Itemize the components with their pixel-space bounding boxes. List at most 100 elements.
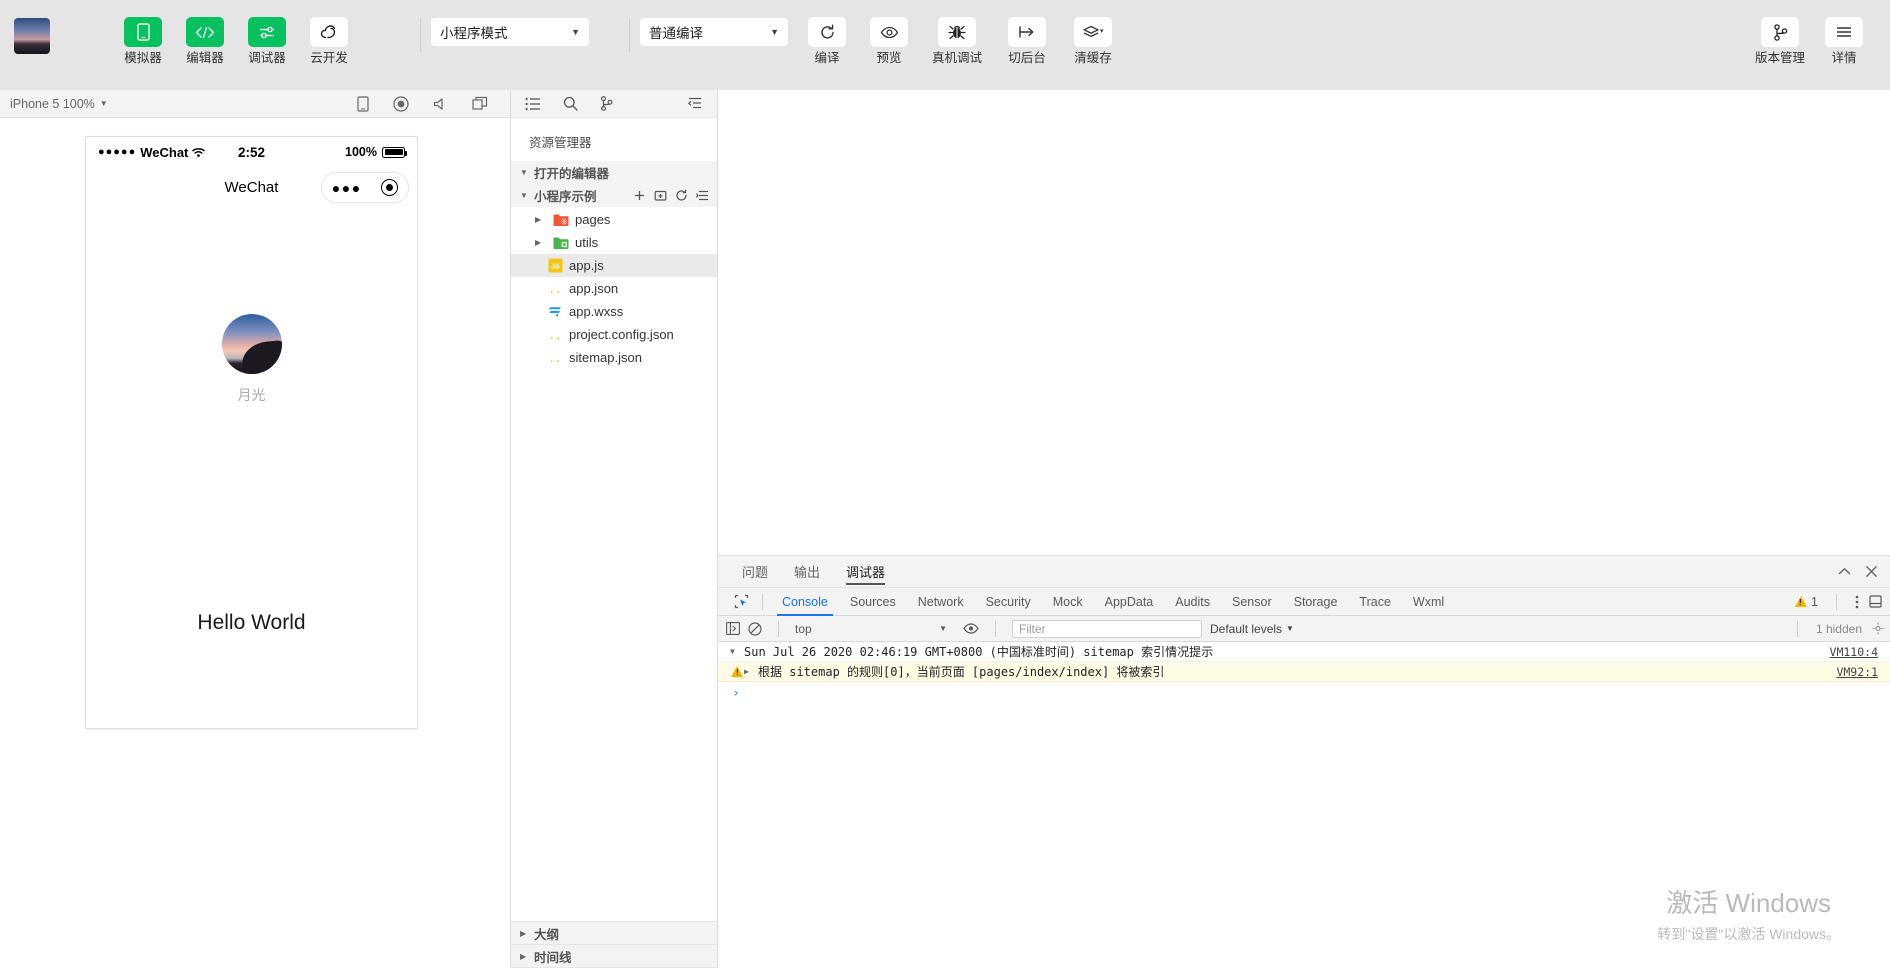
expand-arrow-icon[interactable]: ▶	[744, 667, 756, 676]
windows-icon[interactable]	[472, 96, 488, 111]
toolbar-button-real-device-debug[interactable]: 真机调试	[920, 0, 994, 65]
user-avatar	[221, 314, 282, 374]
inspect-element-icon[interactable]	[728, 594, 754, 609]
devtools-tab-security[interactable]: Security	[975, 588, 1042, 616]
devtools-tab-network[interactable]: Network	[907, 588, 975, 616]
simulator-toolbar: iPhone 5 100% ▼	[0, 90, 510, 118]
simulator-pane: iPhone 5 100% ▼ ●●●●● WeChat 2:52 100% W…	[0, 90, 511, 968]
open-editors-section[interactable]: ▼ 打开的编辑器	[511, 161, 717, 184]
rotate-device-icon[interactable]	[357, 95, 369, 112]
toolbar-button-debugger[interactable]: 调试器	[236, 0, 298, 65]
search-icon[interactable]	[563, 96, 578, 111]
live-expression-icon[interactable]	[963, 623, 979, 634]
devtools-tab-trace[interactable]: Trace	[1348, 588, 1402, 616]
toolbar-button-compile[interactable]: 编译	[796, 0, 858, 65]
toolbar-button-clear-cache[interactable]: ▾ 清缓存	[1060, 0, 1126, 65]
dock-icon[interactable]	[1869, 595, 1882, 608]
collapse-all-icon[interactable]	[696, 189, 709, 202]
devtools-tab-sources[interactable]: Sources	[839, 588, 907, 616]
device-select[interactable]: iPhone 5 100% ▼	[10, 97, 108, 111]
toolbar-button-details[interactable]: 详情	[1816, 0, 1872, 65]
devtools-tab-storage[interactable]: Storage	[1283, 588, 1349, 616]
mode-select[interactable]: 小程序模式 ▼	[431, 18, 589, 46]
chevron-right-icon: ▶	[535, 215, 542, 224]
devtools-tab-appdata[interactable]: AppData	[1094, 588, 1165, 616]
devtools-tab-mock[interactable]: Mock	[1042, 588, 1094, 616]
collapse-icon[interactable]	[688, 97, 703, 110]
warning-badge[interactable]: 1	[1795, 595, 1818, 609]
warning-triangle-icon	[730, 666, 744, 677]
toolbar-button-simulator[interactable]: 模拟器	[112, 0, 174, 65]
toolbar-button-background[interactable]: 切后台	[994, 0, 1060, 65]
tab-output[interactable]: 输出	[794, 556, 820, 588]
outline-section[interactable]: ▶ 大纲	[511, 922, 717, 945]
collapse-icon[interactable]	[1838, 567, 1851, 576]
console-log-area[interactable]: ▼ Sun Jul 26 2020 02:46:19 GMT+0800 (中国标…	[718, 642, 1890, 968]
console-prompt[interactable]: ›	[718, 682, 1890, 701]
console-log-group[interactable]: ▼ Sun Jul 26 2020 02:46:19 GMT+0800 (中国标…	[718, 642, 1890, 662]
console-filter-input[interactable]: Filter	[1012, 619, 1202, 638]
new-folder-icon[interactable]	[654, 189, 667, 202]
toolbar-button-cloud[interactable]: 云开发	[298, 0, 360, 65]
chevron-right-icon: ▶	[520, 951, 527, 961]
toolbar-label: 编译	[814, 51, 840, 65]
devtools-tab-console[interactable]: Console	[771, 588, 839, 616]
devtools-tab-sensor[interactable]: Sensor	[1221, 588, 1283, 616]
refresh-icon	[808, 17, 846, 47]
toolbar-button-preview[interactable]: 预览	[858, 0, 920, 65]
toolbar-button-editor[interactable]: 编辑器	[174, 0, 236, 65]
tree-item-folder[interactable]: ▶ utils	[511, 231, 717, 254]
explorer-title: 资源管理器	[529, 136, 592, 150]
bug-icon	[938, 17, 976, 47]
log-source-link[interactable]: VM92:1	[1836, 665, 1890, 679]
devtools-tab-wxml[interactable]: Wxml	[1402, 588, 1455, 616]
refresh-icon[interactable]	[675, 189, 688, 202]
status-battery-group: 100%	[345, 145, 407, 159]
toolbar-label: 版本管理	[1754, 51, 1805, 65]
tree-item-file-selected[interactable]: JS app.js	[511, 254, 717, 277]
devtools-tab-audits[interactable]: Audits	[1164, 588, 1221, 616]
console-log-warning[interactable]: ▶ 根据 sitemap 的规则[0]，当前页面 [pages/index/in…	[718, 662, 1890, 682]
devtools-tab-bar: Console Sources Network Security Mock Ap…	[718, 588, 1890, 616]
tree-item-folder[interactable]: ▶ pages	[511, 208, 717, 231]
volume-icon[interactable]	[433, 97, 448, 111]
background-icon	[1008, 17, 1046, 47]
tree-item-label: app.js	[569, 258, 604, 273]
tree-item-file[interactable]: app.wxss	[511, 300, 717, 323]
open-editors-label: 打开的编辑器	[534, 167, 610, 181]
hidden-count-label: 1 hidden	[1815, 621, 1862, 636]
hello-world-text: Hello World	[197, 611, 306, 634]
main-toolbar: 模拟器 编辑器 调试器 云开发 小程序模式 ▼ 普通编译 ▼ 编译 预览 真机调…	[0, 0, 1890, 90]
list-icon[interactable]	[525, 97, 541, 111]
editor-area[interactable]	[718, 90, 1890, 555]
outline-label: 大纲	[534, 927, 560, 942]
sliders-icon	[248, 17, 286, 47]
toolbar-button-version-control[interactable]: 版本管理	[1744, 0, 1816, 65]
new-file-icon[interactable]	[633, 189, 646, 202]
close-icon[interactable]	[1865, 565, 1878, 578]
capsule-button[interactable]: ●●●	[321, 172, 409, 203]
tree-item-file[interactable]: {..} project.config.json	[511, 323, 717, 346]
expand-arrow-icon[interactable]: ▼	[730, 647, 742, 656]
chevron-down-icon: ▼	[770, 27, 779, 37]
log-source-link[interactable]: VM110:4	[1830, 645, 1890, 659]
timeline-section[interactable]: ▶ 时间线	[511, 945, 717, 968]
tab-debugger[interactable]: 调试器	[846, 556, 886, 588]
more-options-icon[interactable]	[1855, 595, 1859, 609]
git-branch-icon[interactable]	[600, 96, 613, 111]
tree-item-file[interactable]: {..} app.json	[511, 277, 717, 300]
compile-select[interactable]: 普通编译 ▼	[640, 18, 788, 46]
project-logo[interactable]	[14, 18, 50, 54]
clear-console-icon[interactable]	[748, 621, 762, 636]
tab-problems[interactable]: 问题	[742, 556, 768, 588]
project-section[interactable]: ▼ 小程序示例	[511, 184, 717, 207]
tree-item-file[interactable]: {..} sitemap.json	[511, 346, 717, 369]
settings-icon[interactable]	[1872, 622, 1884, 635]
record-icon[interactable]	[393, 95, 409, 112]
console-context-select[interactable]: top ▼	[795, 622, 955, 636]
js-icon: JS	[547, 258, 563, 274]
console-sidebar-icon[interactable]	[726, 622, 740, 635]
battery-percent: 100%	[345, 145, 377, 159]
phone-status-bar: ●●●●● WeChat 2:52 100%	[86, 137, 417, 167]
console-levels-select[interactable]: Default levels ▼	[1210, 622, 1294, 636]
